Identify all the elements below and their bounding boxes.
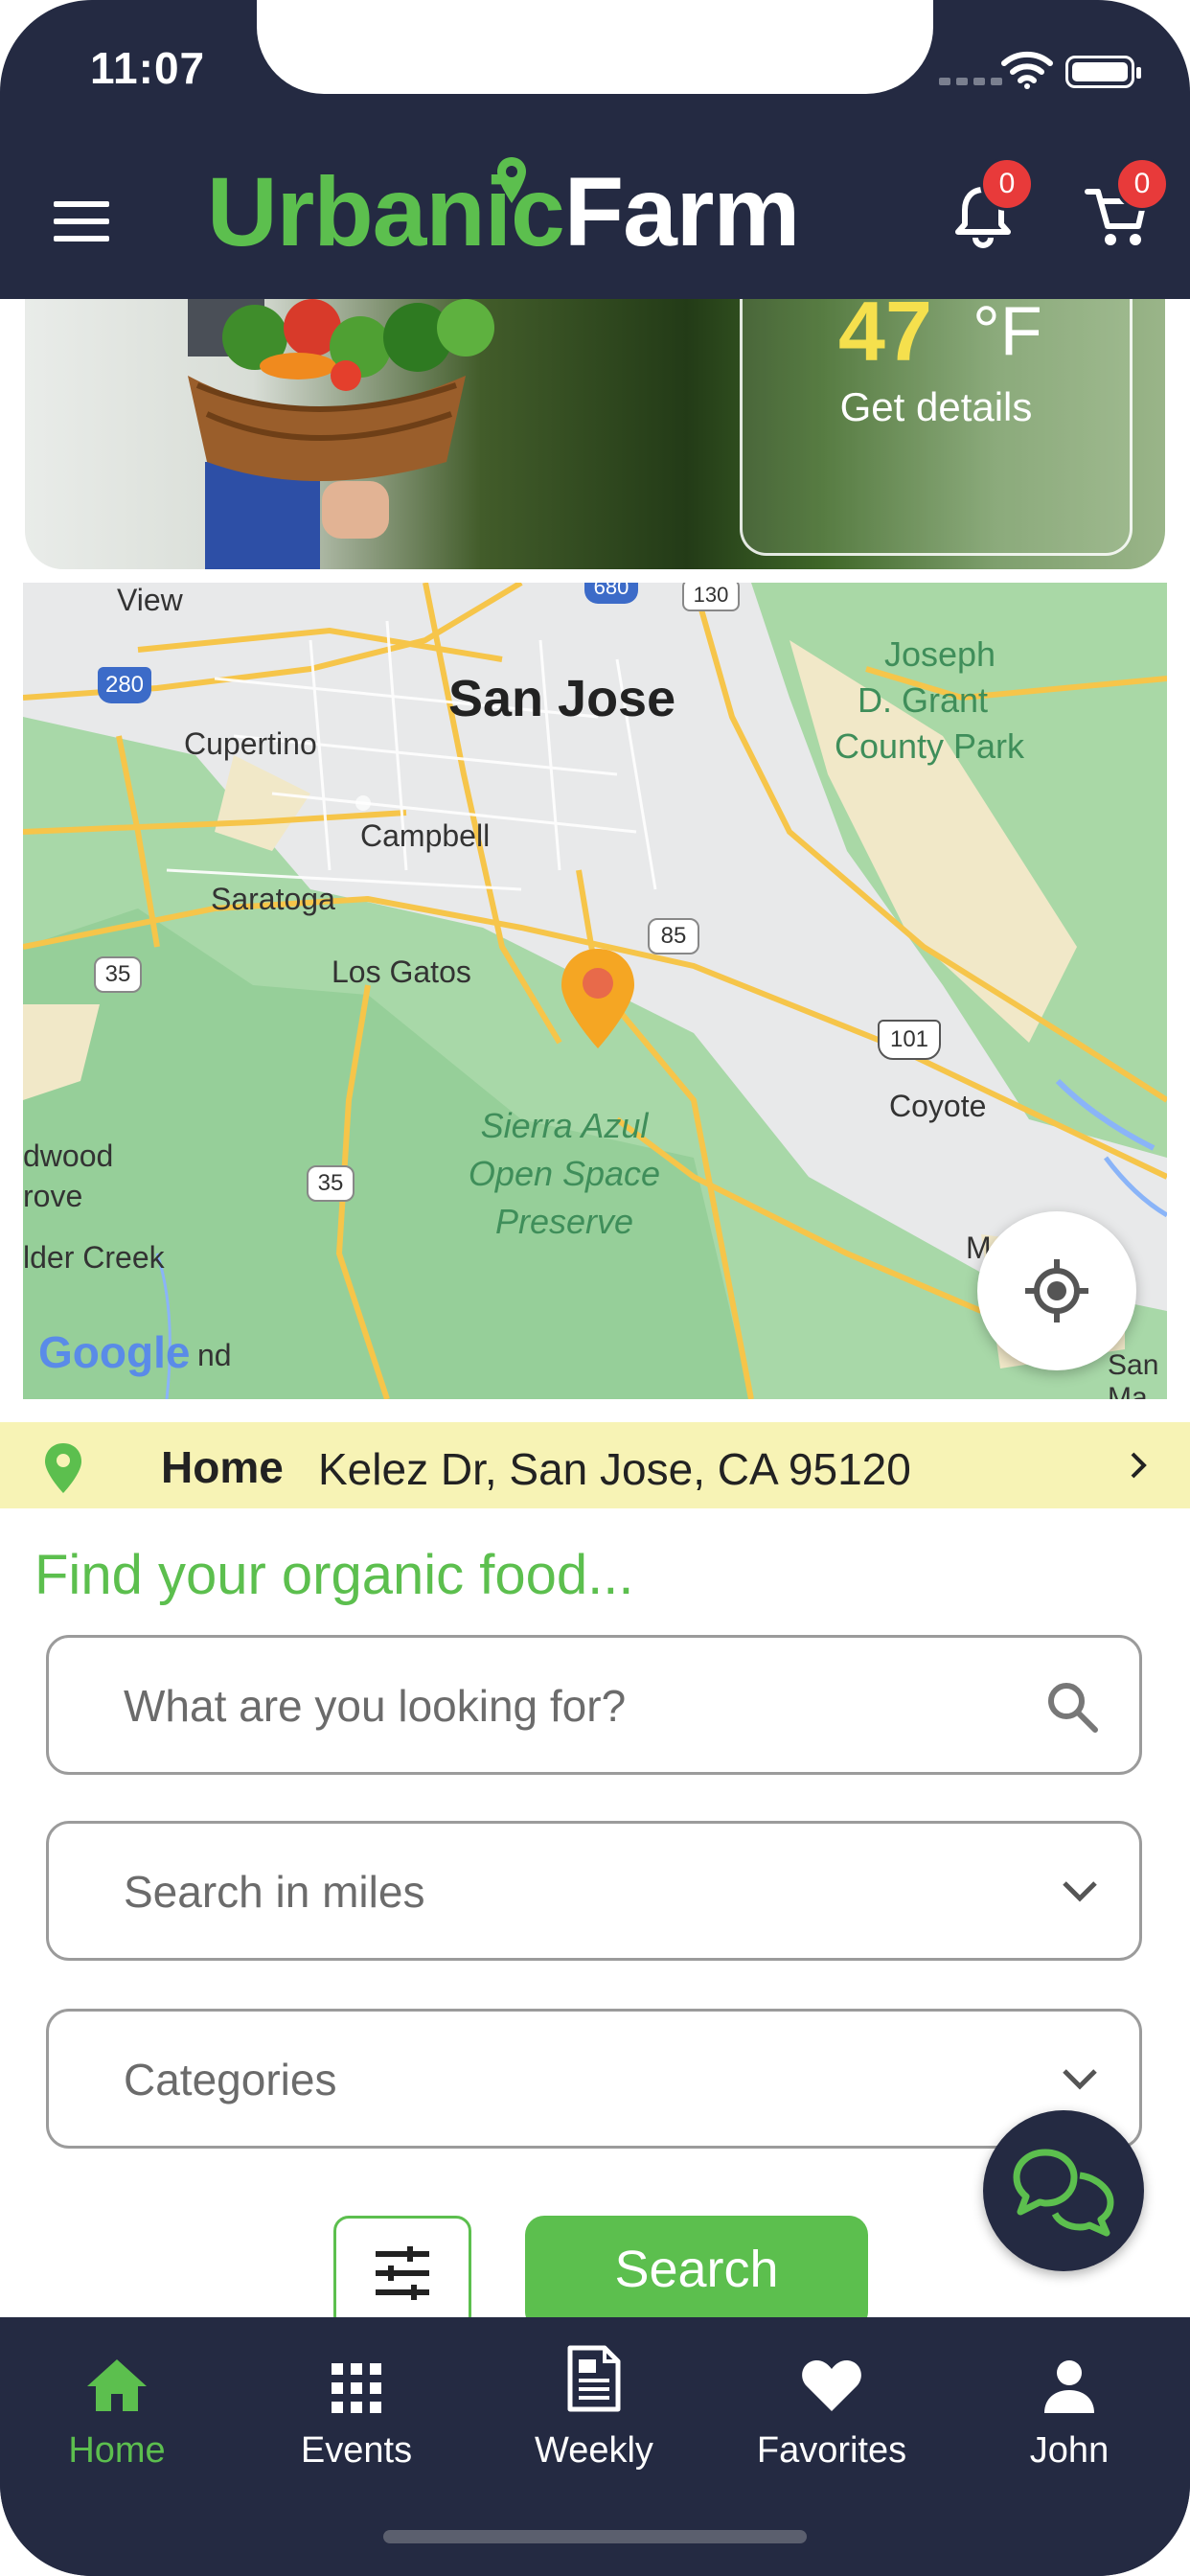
chat-button[interactable] <box>983 2110 1144 2271</box>
tab-weekly[interactable]: Weekly <box>498 2345 690 2472</box>
highway-shield-101: 101 <box>878 1020 941 1060</box>
chevron-down-icon <box>1063 2069 1097 2090</box>
address-label: Home <box>161 1442 284 1492</box>
tab-profile[interactable]: John <box>973 2346 1165 2472</box>
map-label-los-gatos: Los Gatos <box>332 954 471 989</box>
tab-events[interactable]: Events <box>261 2346 452 2472</box>
weather-banner[interactable]: 47 °F Get details <box>25 299 1165 569</box>
chevron-right-icon <box>1131 1452 1147 1479</box>
notifications-button[interactable]: 0 <box>953 157 1034 254</box>
tab-events-label: Events <box>300 2430 413 2471</box>
get-details-link[interactable]: Get details <box>743 384 1130 430</box>
logo-text-farm: Farm <box>563 157 800 266</box>
map-label-campbell: Campbell <box>360 818 491 853</box>
document-icon <box>567 2345 621 2412</box>
app-screen: 11:07 UrbanicFarm 0 0 47 °F Get details … <box>0 0 1190 2576</box>
map-label-coyote: Coyote <box>889 1089 987 1123</box>
status-time: 11:07 <box>90 43 206 93</box>
location-pin-icon <box>45 1443 81 1493</box>
search-icon[interactable] <box>1045 1680 1099 1734</box>
tab-home-label: Home <box>68 2430 166 2471</box>
address-value: Kelez Dr, San Jose, CA 95120 <box>318 1444 911 1494</box>
map-label-cupertino: Cupertino <box>184 726 317 761</box>
map-label-preserve: Preserve <box>494 1202 634 1241</box>
device-notch <box>257 0 933 94</box>
tab-weekly-label: Weekly <box>535 2430 653 2471</box>
location-pin-marker-icon <box>561 949 634 1048</box>
map-label-lder-creek: lder Creek <box>23 1240 165 1275</box>
status-bar: 11:07 <box>0 0 1190 96</box>
map-label-san-ma: San Ma <box>1108 1349 1159 1399</box>
highway-shield-280: 280 <box>98 667 151 703</box>
tab-favorites-label: Favorites <box>756 2430 907 2471</box>
search-button[interactable]: Search <box>525 2216 868 2317</box>
search-placeholder: What are you looking for? <box>124 1681 627 1731</box>
highway-shield-35a: 35 <box>94 956 142 993</box>
highway-shield-85: 85 <box>648 918 699 954</box>
vegetable-basket-image <box>188 299 494 569</box>
temperature-unit: °F <box>973 299 1042 370</box>
tab-favorites[interactable]: Favorites <box>736 2346 927 2472</box>
categories-dropdown[interactable]: Categories <box>46 2009 1142 2149</box>
highway-shield-35b: 35 <box>307 1165 355 1202</box>
map-label-dwood: dwood <box>23 1138 114 1173</box>
map-label-open-space: Open Space <box>468 1154 661 1193</box>
weather-card[interactable]: 47 °F Get details <box>740 299 1133 556</box>
map-label-saratoga: Saratoga <box>211 882 335 916</box>
map-label-county-park: County Park <box>834 726 1025 766</box>
person-icon <box>1044 2360 1094 2413</box>
wifi-icon <box>1001 51 1053 89</box>
search-heading: Find your organic food... <box>34 1544 634 1606</box>
google-logo: Google <box>38 1327 191 1377</box>
map-label-sierra-azul: Sierra Azul <box>480 1106 649 1145</box>
heart-icon <box>802 2359 861 2411</box>
miles-dropdown[interactable]: Search in miles <box>46 1821 1142 1961</box>
cellular-signal-icon <box>939 73 1008 90</box>
map-label-joseph: Joseph <box>883 634 996 674</box>
hamburger-menu-icon[interactable] <box>54 201 109 253</box>
map-label-rove: rove <box>23 1179 83 1213</box>
home-icon <box>87 2359 147 2411</box>
map-label-view: View <box>117 583 183 617</box>
map-label-dgrant: D. Grant <box>857 680 989 720</box>
cart-button[interactable]: 0 <box>1085 157 1169 254</box>
search-input[interactable]: What are you looking for? <box>46 1635 1142 1775</box>
highway-shield-680: 680 <box>584 583 638 604</box>
sliders-icon <box>376 2246 429 2300</box>
main-content: 47 °F Get details San Jose Cupertino Cam… <box>0 299 1190 2317</box>
chevron-down-icon <box>1063 1881 1097 1902</box>
cart-badge: 0 <box>1115 157 1169 211</box>
crosshair-location-icon <box>1025 1259 1088 1322</box>
map-label-nd: nd <box>197 1338 232 1372</box>
home-indicator <box>383 2530 807 2543</box>
filter-button[interactable] <box>333 2216 471 2317</box>
tab-profile-label: John <box>1029 2430 1110 2471</box>
map-label-san-jose: San Jose <box>448 670 676 727</box>
grid-icon <box>332 2363 381 2413</box>
delivery-address-bar[interactable]: Home Kelez Dr, San Jose, CA 95120 <box>0 1422 1190 1508</box>
notification-badge: 0 <box>980 157 1034 211</box>
highway-shield-130: 130 <box>682 583 740 611</box>
temperature-value: 47 <box>838 299 932 379</box>
miles-placeholder: Search in miles <box>124 1867 425 1917</box>
my-location-button[interactable] <box>977 1211 1136 1370</box>
logo-pin-icon <box>497 157 526 203</box>
tab-home[interactable]: Home <box>21 2346 213 2472</box>
chat-bubbles-icon <box>1013 2149 1114 2237</box>
categories-placeholder: Categories <box>124 2055 337 2104</box>
battery-icon <box>1065 56 1141 88</box>
